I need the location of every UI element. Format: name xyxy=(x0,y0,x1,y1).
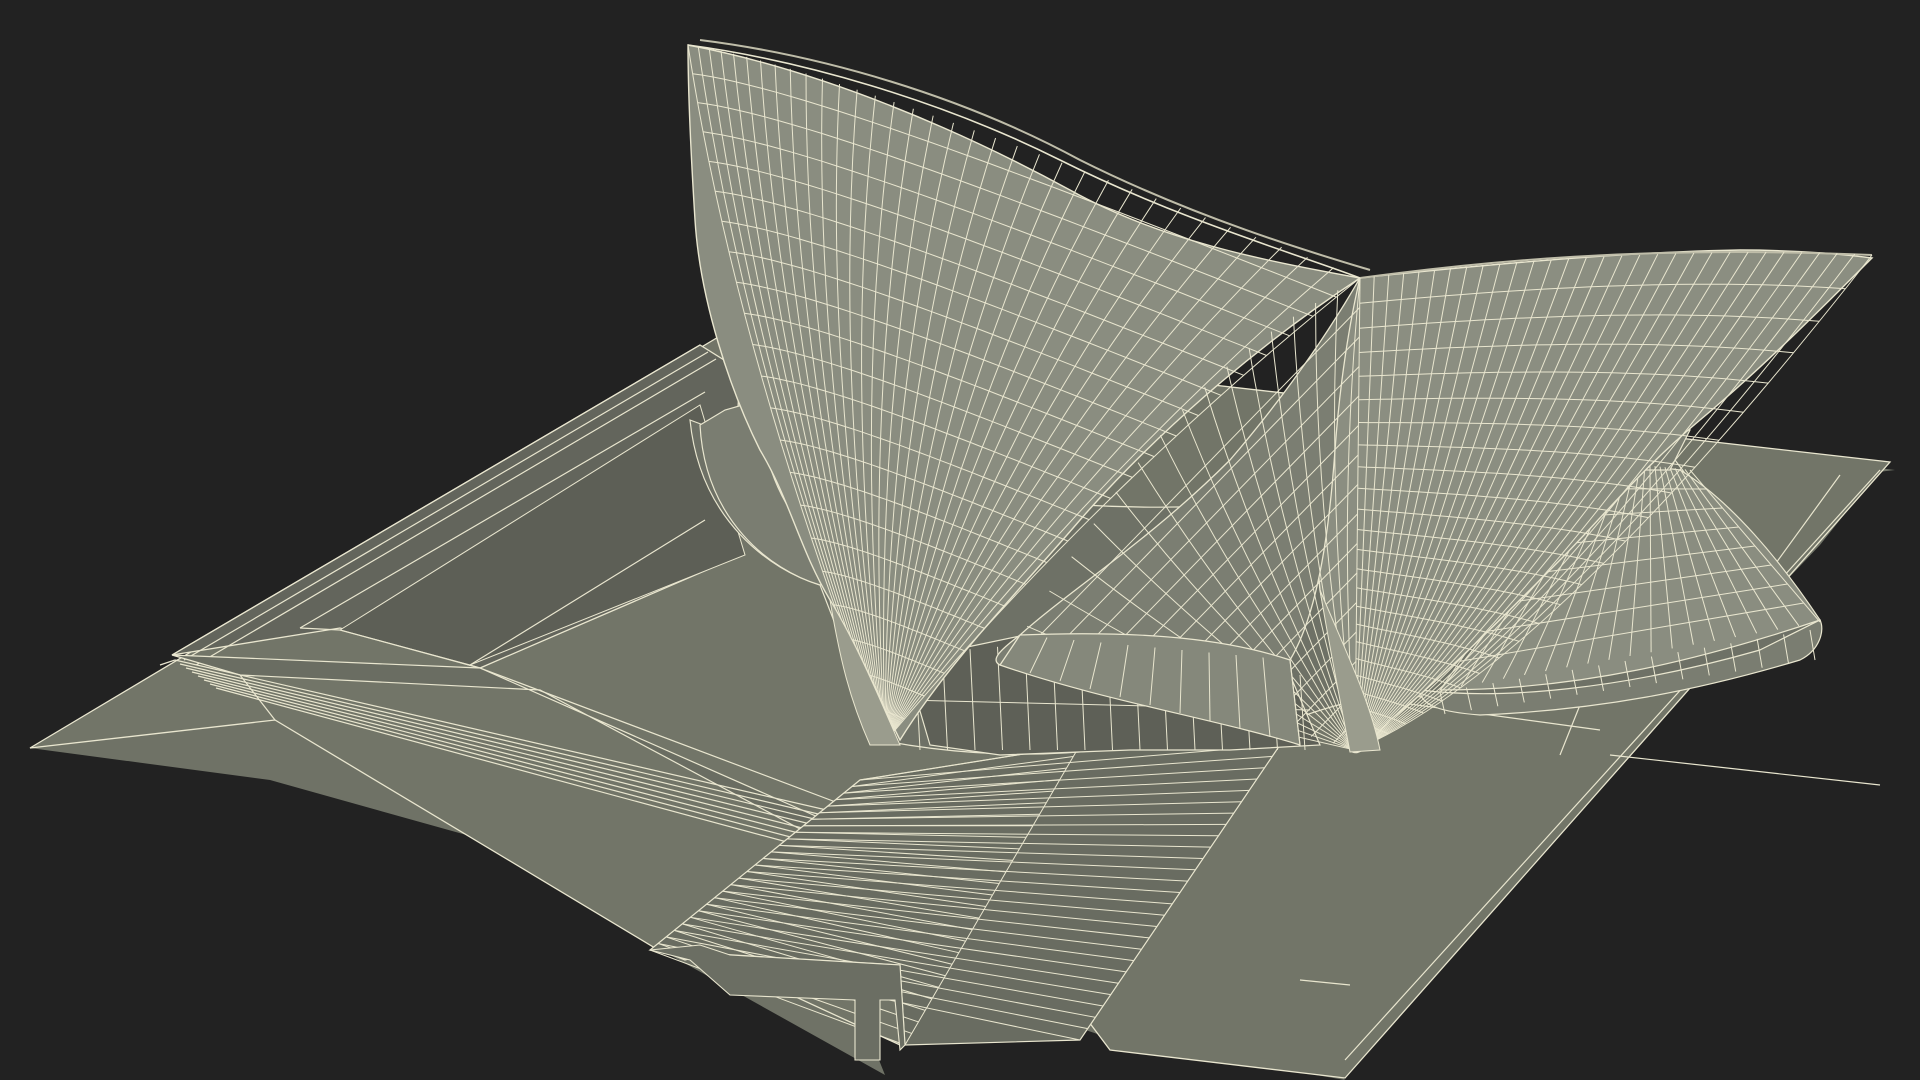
wireframe-render xyxy=(29,39,1895,1080)
3d-viewport[interactable] xyxy=(0,0,1920,1080)
